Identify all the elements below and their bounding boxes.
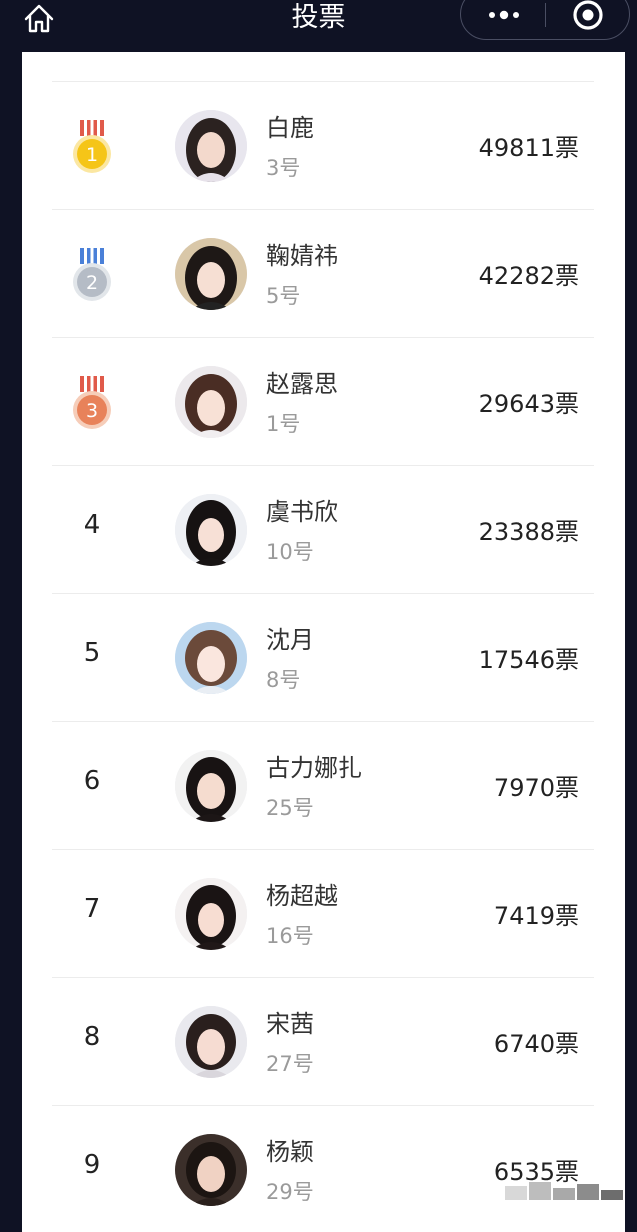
candidate-number: 25号 bbox=[266, 796, 314, 820]
candidate-name: 宋茜 bbox=[266, 1010, 314, 1038]
avatar bbox=[175, 878, 247, 950]
bronze-medal-icon: 3 bbox=[68, 374, 116, 434]
ranking-row[interactable]: 7 杨超越 16号 7419票 bbox=[22, 850, 625, 978]
ranking-row[interactable]: 1 白鹿 3号 49811票 bbox=[22, 82, 625, 210]
rank-number: 7 bbox=[83, 894, 101, 924]
mini-program-capsule bbox=[460, 0, 630, 40]
avatar bbox=[175, 110, 247, 182]
vote-count: 6740票 bbox=[493, 1030, 579, 1058]
more-button[interactable] bbox=[477, 1, 531, 29]
candidate-number: 29号 bbox=[266, 1180, 314, 1204]
ranking-row[interactable]: 4 虞书欣 10号 23388票 bbox=[22, 466, 625, 594]
candidate-number: 1号 bbox=[266, 412, 301, 436]
avatar bbox=[175, 366, 247, 438]
candidate-name: 沈月 bbox=[266, 626, 314, 654]
candidate-name: 白鹿 bbox=[266, 114, 314, 142]
candidate-name: 虞书欣 bbox=[266, 498, 338, 526]
ranking-row[interactable]: 8 宋茜 27号 6740票 bbox=[22, 978, 625, 1106]
candidate-name: 赵露思 bbox=[266, 370, 338, 398]
avatar bbox=[175, 1006, 247, 1078]
candidate-name: 古力娜扎 bbox=[266, 754, 362, 782]
rank-number: 6 bbox=[83, 766, 101, 796]
avatar bbox=[175, 238, 247, 310]
candidate-name: 鞠婧祎 bbox=[266, 242, 338, 270]
vote-count: 7970票 bbox=[493, 774, 579, 802]
candidate-number: 5号 bbox=[266, 284, 301, 308]
close-button[interactable] bbox=[567, 0, 609, 31]
ranking-row[interactable]: 5 沈月 8号 17546票 bbox=[22, 594, 625, 722]
svg-text:3: 3 bbox=[86, 400, 98, 422]
avatar bbox=[175, 622, 247, 694]
watermark-icon bbox=[505, 1182, 623, 1200]
vote-count: 42282票 bbox=[478, 262, 579, 290]
candidate-number: 3号 bbox=[266, 156, 301, 180]
more-dots-icon bbox=[489, 10, 519, 20]
ranking-row[interactable]: 3 赵露思 1号 29643票 bbox=[22, 338, 625, 466]
candidate-name: 杨超越 bbox=[266, 882, 338, 910]
candidate-number: 8号 bbox=[266, 668, 301, 692]
nav-bar: 投票 bbox=[0, 0, 637, 52]
rank-number: 4 bbox=[83, 510, 101, 540]
candidate-number: 16号 bbox=[266, 924, 314, 948]
ranking-row[interactable]: 6 古力娜扎 25号 7970票 bbox=[22, 722, 625, 850]
ranking-list: 1 白鹿 3号 49811票 2 鞠婧祎 5号 42282票 3 赵露思 1号 … bbox=[22, 52, 625, 1232]
vote-count: 29643票 bbox=[478, 390, 579, 418]
vote-count: 49811票 bbox=[478, 134, 579, 162]
avatar bbox=[175, 750, 247, 822]
ranking-row[interactable]: 2 鞠婧祎 5号 42282票 bbox=[22, 210, 625, 338]
vote-count: 17546票 bbox=[478, 646, 579, 674]
svg-text:2: 2 bbox=[86, 272, 98, 294]
rank-number: 9 bbox=[83, 1150, 101, 1180]
target-close-icon bbox=[573, 0, 603, 30]
candidate-number: 10号 bbox=[266, 540, 314, 564]
rank-number: 5 bbox=[83, 638, 101, 668]
gold-medal-icon: 1 bbox=[68, 118, 116, 178]
vote-count: 7419票 bbox=[493, 902, 579, 930]
avatar bbox=[175, 494, 247, 566]
ranking-row[interactable]: 9 杨颖 29号 6535票 bbox=[22, 1106, 625, 1232]
candidate-name: 杨颖 bbox=[266, 1138, 314, 1166]
candidate-number: 27号 bbox=[266, 1052, 314, 1076]
vote-count: 23388票 bbox=[478, 518, 579, 546]
avatar bbox=[175, 1134, 247, 1206]
svg-text:1: 1 bbox=[86, 144, 98, 166]
capsule-divider bbox=[545, 3, 546, 27]
rank-number: 8 bbox=[83, 1022, 101, 1052]
silver-medal-icon: 2 bbox=[68, 246, 116, 306]
